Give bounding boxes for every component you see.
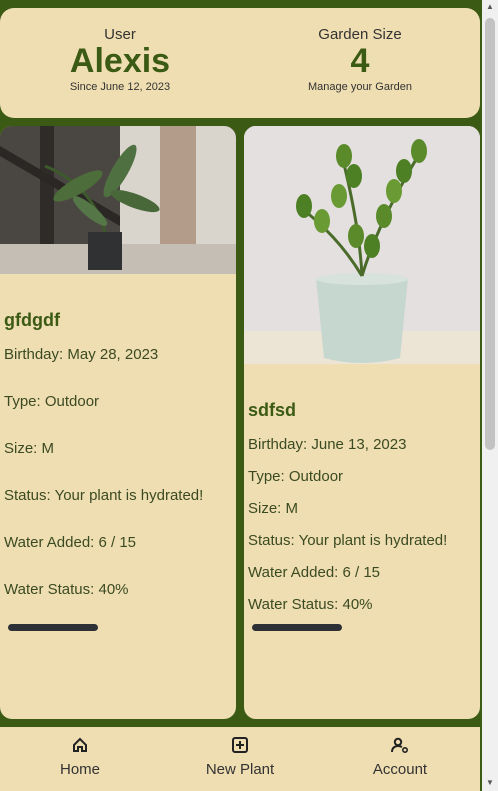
plant-type: Type: Outdoor <box>4 393 100 410</box>
nav-new-plant-label: New Plant <box>205 761 275 778</box>
plant-name: gfdgdf <box>4 310 60 330</box>
plant-size: Size: M <box>248 500 299 517</box>
plant-card[interactable]: sdfsd Birthday: June 13, 2023 Type: Outd… <box>244 126 480 719</box>
plant-photo <box>244 126 480 364</box>
plant-water-status: Water Status: 40% <box>248 596 373 613</box>
scrollbar-thumb[interactable] <box>485 18 495 450</box>
nav-home[interactable]: Home <box>0 727 160 778</box>
plant-type: Type: Outdoor <box>248 468 344 485</box>
plus-square-icon <box>160 737 320 757</box>
manage-garden-link[interactable]: Manage your Garden <box>240 81 480 93</box>
user-gear-icon <box>320 737 480 757</box>
plant-status: Status: Your plant is hydrated! <box>248 532 448 549</box>
plant-status: Status: Your plant is hydrated! <box>4 487 204 504</box>
plant-card[interactable]: gfdgdf Birthday: May 28, 2023 Type: Outd… <box>0 126 236 719</box>
plant-birthday: Birthday: June 13, 2023 <box>248 436 407 453</box>
home-icon <box>0 737 160 757</box>
nav-account[interactable]: Account <box>320 727 480 778</box>
garden-size-label: Garden Size <box>318 26 402 43</box>
plant-birthday: Birthday: May 28, 2023 <box>4 346 159 363</box>
scroll-down-arrow-icon[interactable]: ▼ <box>486 778 494 787</box>
user-name: Alexis <box>69 42 171 80</box>
plant-illustration <box>244 126 480 364</box>
plant-water-added: Water Added: 6 / 15 <box>248 564 381 581</box>
top-strip <box>0 0 482 8</box>
bottom-nav: Home New Plant Account <box>0 727 480 791</box>
nav-home-label: Home <box>59 761 100 778</box>
since-date: Since June 12, 2023 <box>69 81 171 93</box>
scroll-up-arrow-icon[interactable]: ▲ <box>486 2 494 11</box>
garden-stat[interactable]: Garden Size 4 Manage your Garden <box>240 8 480 93</box>
nav-account-label: Account <box>372 761 428 778</box>
plant-water-status: Water Status: 40% <box>4 581 129 598</box>
plant-name: sdfsd <box>248 400 297 420</box>
user-stat: User Alexis Since June 12, 2023 <box>0 8 240 93</box>
plant-water-added: Water Added: 6 / 15 <box>4 534 137 551</box>
user-label: User <box>104 26 136 43</box>
garden-size-value: 4 <box>350 42 370 80</box>
plant-size: Size: M <box>4 440 55 457</box>
nav-new-plant[interactable]: New Plant <box>160 727 320 778</box>
water-progress-bar <box>8 624 98 631</box>
plant-photo <box>0 126 236 274</box>
water-progress-bar <box>252 624 342 631</box>
plant-illustration <box>0 126 236 274</box>
profile-header: User Alexis Since June 12, 2023 Garden S… <box>0 8 480 118</box>
